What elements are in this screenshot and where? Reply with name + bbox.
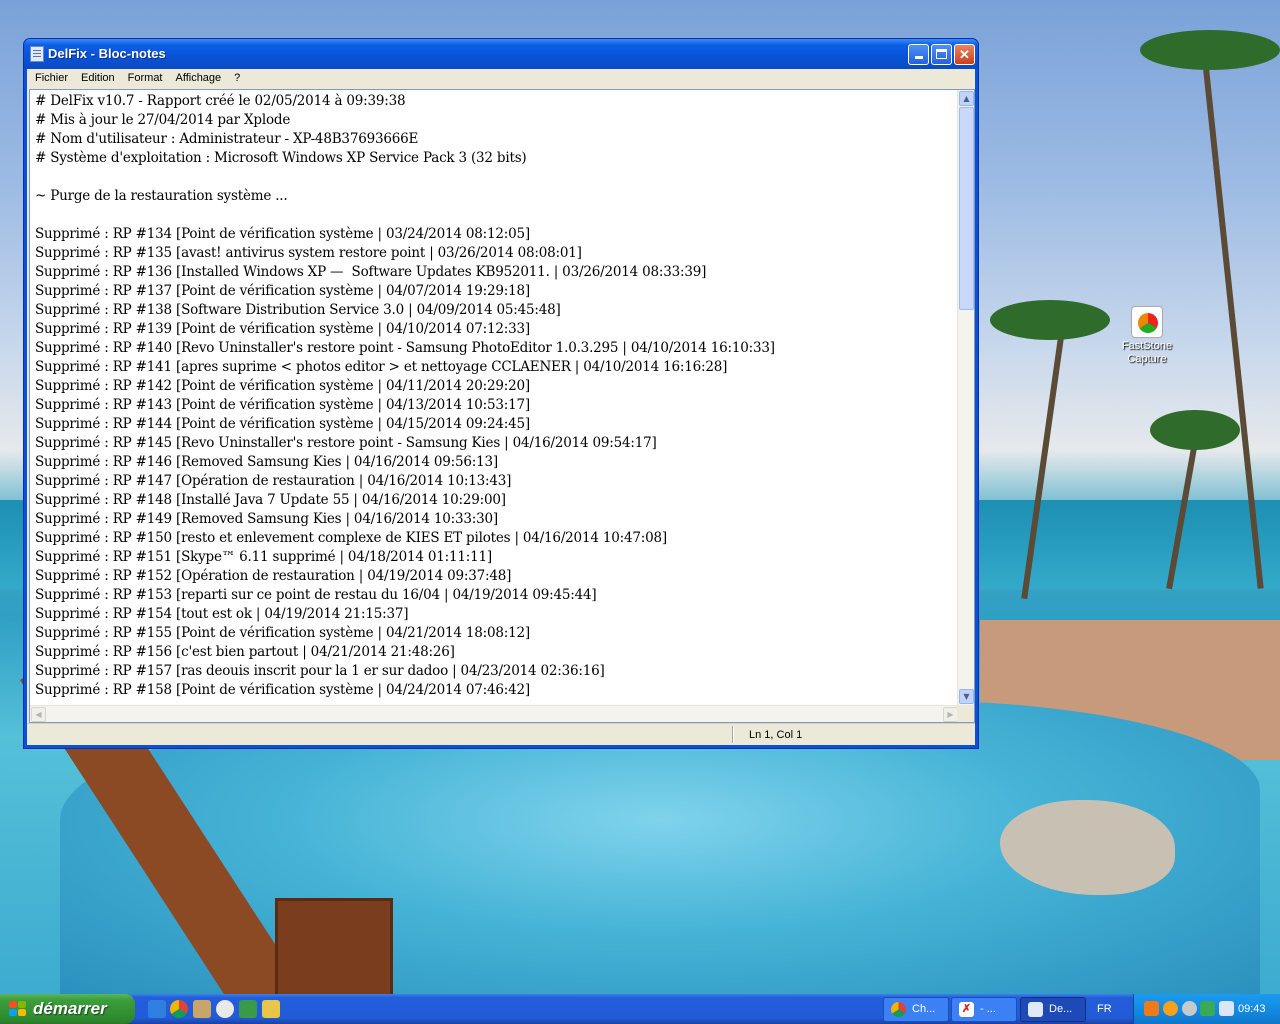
start-button[interactable]: démarrer [0, 994, 135, 1024]
text-line: Supprimé : RP #141 [apres suprime < phot… [35, 359, 728, 375]
close-button[interactable]: ✕ [954, 44, 975, 65]
taskbar-item-chrome[interactable]: Ch... [883, 997, 949, 1022]
maximize-icon [936, 49, 947, 59]
text-line: Supprimé : RP #153 [reparti sur ce point… [35, 587, 597, 603]
text-line: Supprimé : RP #156 [c'est bien partout |… [35, 644, 455, 660]
clock: 09:43 [1238, 1003, 1266, 1015]
text-line: Supprimé : RP #151 [Skype™ 6.11 supprimé… [35, 549, 492, 565]
scroll-down-button[interactable]: ▼ [959, 689, 974, 704]
text-line: Supprimé : RP #158 [Point de vérificatio… [35, 682, 530, 698]
tray-update-icon[interactable] [1182, 1001, 1197, 1016]
tray-network-icon[interactable] [1200, 1001, 1215, 1016]
text-line: Supprimé : RP #155 [Point de vérificatio… [35, 625, 530, 641]
text-line: Supprimé : RP #142 [Point de vérificatio… [35, 378, 530, 394]
notepad-icon [1028, 1002, 1043, 1017]
text-line: Supprimé : RP #144 [Point de vérificatio… [35, 416, 530, 432]
text-line: Supprimé : RP #140 [Revo Uninstaller's r… [35, 340, 775, 356]
notepad-icon [30, 46, 44, 62]
taskbar: démarrer Ch... ✗ - ... De... FR 09:43 [0, 994, 1280, 1024]
wallpaper-palm-leaves [1140, 30, 1280, 70]
delfix-icon: ✗ [959, 1002, 974, 1017]
text-editor[interactable]: # DelFix v10.7 - Rapport créé le 02/05/2… [29, 89, 975, 723]
text-line: Supprimé : RP #136 [Installed Windows XP… [35, 264, 707, 280]
cursor-position: Ln 1, Col 1 [749, 729, 803, 741]
window-titlebar[interactable]: DelFix - Bloc-notes ✕ [24, 39, 978, 69]
scrollbar-corner [957, 705, 974, 722]
desktop-icon-faststone-capture[interactable]: FastStone Capture [1112, 306, 1182, 366]
cd-icon[interactable] [216, 1000, 234, 1018]
text-line: Supprimé : RP #134 [Point de vérificatio… [35, 226, 530, 242]
text-line: Supprimé : RP #148 [Installé Java 7 Upda… [35, 492, 506, 508]
text-line: ~ Purge de la restauration système ... [35, 188, 288, 204]
text-line: Supprimé : RP #149 [Removed Samsung Kies… [35, 511, 498, 527]
text-line: # Nom d'utilisateur : Administrateur - X… [35, 131, 419, 147]
window-client: Fichier Edition Format Affichage ? # Del… [27, 69, 975, 745]
tray-monitor-icon[interactable] [1219, 1001, 1234, 1016]
text-line: Supprimé : RP #147 [Opération de restaur… [35, 473, 512, 489]
wallpaper-palm-leaves [1150, 410, 1240, 450]
text-line: # Mis à jour le 27/04/2014 par Xplode [35, 112, 291, 128]
wallpaper-post [275, 898, 393, 998]
window-title: DelFix - Bloc-notes [48, 46, 166, 61]
text-line: Supprimé : RP #137 [Point de vérificatio… [35, 283, 530, 299]
menu-affichage[interactable]: Affichage [170, 69, 229, 88]
chrome-icon [891, 1002, 906, 1017]
taskbar-item-delfix[interactable]: ✗ - ... [951, 997, 1017, 1022]
editor-text[interactable]: # DelFix v10.7 - Rapport créé le 02/05/2… [35, 92, 955, 704]
text-line: Supprimé : RP #139 [Point de vérificatio… [35, 321, 530, 337]
status-bar: Ln 1, Col 1 [27, 723, 975, 745]
windows-logo-icon [9, 1001, 27, 1017]
language-indicator[interactable]: FR [1097, 1003, 1112, 1015]
scroll-left-button[interactable]: ◀ [31, 707, 46, 722]
text-line: Supprimé : RP #135 [avast! antivirus sys… [35, 245, 582, 261]
tray-orange-icon[interactable] [1163, 1001, 1178, 1016]
text-line: Supprimé : RP #138 [Software Distributio… [35, 302, 561, 318]
close-icon: ✕ [959, 47, 970, 62]
vertical-scrollbar[interactable]: ▲ ▼ [957, 90, 974, 705]
maximize-button[interactable] [931, 44, 952, 65]
minimize-icon [914, 56, 923, 59]
menu-help[interactable]: ? [228, 69, 247, 88]
text-line: Supprimé : RP #143 [Point de vérificatio… [35, 397, 530, 413]
media-icon[interactable] [193, 1000, 211, 1018]
taskbar-item-notepad[interactable]: De... [1020, 997, 1086, 1022]
text-line [35, 206, 955, 225]
chrome-icon[interactable] [170, 1000, 188, 1018]
text-line: Supprimé : RP #145 [Revo Uninstaller's r… [35, 435, 657, 451]
vertical-scroll-thumb[interactable] [959, 107, 974, 310]
desktop-icon-label: FastStone Capture [1121, 340, 1173, 365]
faststone-capture-icon [1131, 306, 1163, 338]
text-line: # DelFix v10.7 - Rapport créé le 02/05/2… [35, 93, 406, 109]
text-line: Supprimé : RP #150 [resto et enlevement … [35, 530, 667, 546]
image-viewer-icon[interactable] [262, 1000, 280, 1018]
text-line: Supprimé : RP #146 [Removed Samsung Kies… [35, 454, 498, 470]
text-line: Supprimé : RP #157 [ras deouis inscrit p… [35, 663, 605, 679]
horizontal-scrollbar[interactable]: ◀ ▶ [30, 705, 959, 722]
minimize-button[interactable] [908, 44, 929, 65]
text-line: Supprimé : RP #154 [tout est ok | 04/19/… [35, 606, 409, 622]
menu-bar: Fichier Edition Format Affichage ? [27, 69, 975, 88]
internet-explorer-icon[interactable] [148, 1000, 166, 1018]
start-label: démarrer [33, 999, 107, 1018]
menu-fichier[interactable]: Fichier [29, 69, 75, 88]
scroll-up-button[interactable]: ▲ [959, 91, 974, 106]
text-line: # Système d'exploitation : Microsoft Win… [35, 150, 527, 166]
menu-edition[interactable]: Edition [75, 69, 122, 88]
notepad-window[interactable]: DelFix - Bloc-notes ✕ Fichier Edition Fo… [23, 38, 979, 749]
sd-card-icon[interactable] [239, 1000, 257, 1018]
scroll-right-button[interactable]: ▶ [943, 707, 958, 722]
tray-avast-icon[interactable] [1144, 1001, 1159, 1016]
wallpaper-palm-leaves [990, 300, 1110, 340]
status-separator [732, 726, 734, 743]
text-line [35, 168, 955, 187]
text-line: Supprimé : RP #152 [Opération de restaur… [35, 568, 512, 584]
menu-format[interactable]: Format [122, 69, 170, 88]
